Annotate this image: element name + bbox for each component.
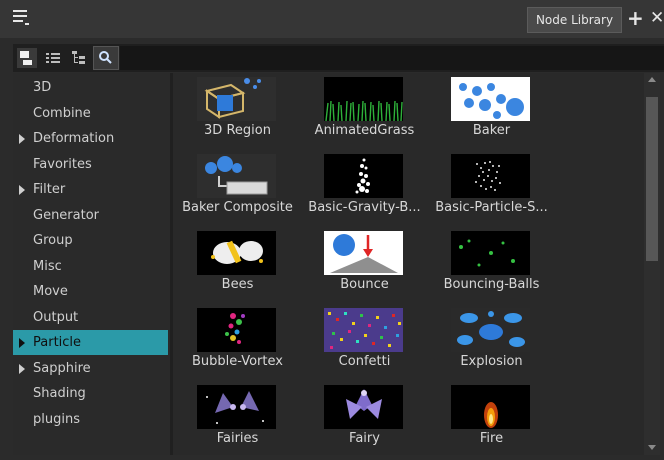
fire-icon bbox=[451, 385, 530, 429]
category-label: Particle bbox=[33, 335, 82, 350]
category-combine[interactable]: Combine bbox=[13, 101, 168, 126]
search-input[interactable] bbox=[120, 46, 664, 70]
category-label: Sapphire bbox=[33, 360, 91, 376]
scrollbar-thumb[interactable] bbox=[646, 97, 658, 261]
panel-title-bar: Node Library + ✕ bbox=[0, 0, 664, 38]
baker-icon bbox=[451, 77, 530, 121]
category-generator[interactable]: Generator bbox=[13, 203, 168, 228]
explosion-icon bbox=[451, 308, 530, 352]
node-label: Fire bbox=[479, 431, 504, 446]
category-label: 3D bbox=[33, 80, 52, 95]
animated-grass-icon bbox=[324, 77, 403, 121]
category-group[interactable]: Group bbox=[13, 228, 168, 253]
category-output[interactable]: Output bbox=[13, 305, 168, 330]
bouncing-balls-icon bbox=[451, 231, 530, 275]
baker-composite-icon bbox=[197, 154, 276, 198]
node-animated-grass[interactable]: AnimatedGrass bbox=[302, 73, 427, 150]
expand-arrow-icon[interactable] bbox=[19, 363, 25, 374]
3d-region-icon bbox=[197, 77, 276, 121]
category-label: Group bbox=[33, 233, 73, 248]
node-bees[interactable]: Bees bbox=[175, 227, 300, 304]
close-panel-icon[interactable]: ✕ bbox=[650, 7, 664, 29]
fairies-icon bbox=[197, 385, 276, 429]
category-deformation[interactable]: Deformation bbox=[13, 126, 168, 151]
category-label: Generator bbox=[33, 207, 100, 223]
search-icon[interactable] bbox=[93, 46, 119, 70]
node-label: Bounce bbox=[340, 277, 389, 292]
node-basic-gravity[interactable]: Basic-Gravity-B... bbox=[302, 150, 427, 227]
node-label: Explosion bbox=[460, 354, 523, 369]
node-label: Baker Composite bbox=[182, 200, 293, 215]
node-label: Confetti bbox=[338, 354, 391, 369]
category-misc[interactable]: Misc bbox=[13, 254, 168, 279]
node-fairy[interactable]: Fairy bbox=[302, 381, 427, 455]
scroll-down-icon[interactable] bbox=[648, 445, 656, 450]
list-view-icon[interactable] bbox=[43, 48, 63, 68]
category-list: 3D Combine Deformation Favorites Filter … bbox=[13, 73, 170, 455]
bees-icon bbox=[197, 231, 276, 275]
node-explosion[interactable]: Explosion bbox=[429, 304, 554, 381]
node-baker-composite[interactable]: Baker Composite bbox=[175, 150, 300, 227]
category-label: Move bbox=[33, 284, 68, 299]
category-shading[interactable]: Shading bbox=[13, 381, 168, 406]
node-baker[interactable]: Baker bbox=[429, 73, 554, 150]
node-fairies[interactable]: Fairies bbox=[175, 381, 300, 455]
category-label: Favorites bbox=[33, 156, 92, 172]
thumbnail-view-icon[interactable] bbox=[17, 48, 37, 68]
category-favorites[interactable]: Favorites bbox=[13, 152, 168, 177]
node-basic-particle[interactable]: Basic-Particle-S... bbox=[429, 150, 554, 227]
node-label: Bubble-Vortex bbox=[192, 354, 283, 369]
expand-arrow-icon[interactable] bbox=[19, 185, 25, 195]
confetti-icon bbox=[324, 308, 403, 352]
category-label: Misc bbox=[33, 258, 62, 274]
category-label: Filter bbox=[33, 182, 66, 197]
category-label: Deformation bbox=[33, 131, 115, 146]
category-label: Output bbox=[33, 309, 79, 325]
node-fire[interactable]: Fire bbox=[429, 381, 554, 455]
node-3d-region[interactable]: 3D Region bbox=[175, 73, 300, 150]
category-label: plugins bbox=[33, 411, 80, 427]
category-label: Combine bbox=[33, 105, 91, 121]
node-bubble-vortex[interactable]: Bubble-Vortex bbox=[175, 304, 300, 381]
node-label: 3D Region bbox=[204, 123, 271, 138]
node-grid: 3D Region AnimatedGrass Baker Baker Comp… bbox=[173, 73, 644, 455]
add-panel-icon[interactable]: + bbox=[627, 7, 644, 29]
node-label: Bees bbox=[221, 277, 254, 292]
fairy-icon bbox=[324, 385, 403, 429]
basic-particle-icon bbox=[451, 154, 530, 198]
node-label: Basic-Gravity-B... bbox=[308, 200, 421, 215]
category-plugins[interactable]: plugins bbox=[13, 407, 168, 432]
expand-arrow-icon[interactable] bbox=[19, 338, 25, 348]
basic-gravity-icon bbox=[324, 154, 403, 198]
node-label: AnimatedGrass bbox=[314, 123, 415, 138]
category-particle[interactable]: Particle bbox=[13, 330, 168, 355]
node-bouncing-balls[interactable]: Bouncing-Balls bbox=[429, 227, 554, 304]
node-label: Basic-Particle-S... bbox=[435, 200, 548, 215]
node-confetti[interactable]: Confetti bbox=[302, 304, 427, 381]
category-label: Shading bbox=[33, 386, 86, 401]
node-label: Fairy bbox=[349, 431, 380, 446]
tab-node-library[interactable]: Node Library bbox=[527, 7, 622, 33]
bubble-vortex-icon bbox=[197, 308, 276, 352]
expand-arrow-icon[interactable] bbox=[19, 134, 25, 144]
node-label: Fairies bbox=[216, 431, 259, 446]
category-move[interactable]: Move bbox=[13, 279, 168, 304]
node-bounce[interactable]: Bounce bbox=[302, 227, 427, 304]
scroll-up-icon[interactable] bbox=[648, 77, 656, 82]
hamburger-icon[interactable] bbox=[13, 10, 31, 26]
node-label: Baker bbox=[472, 123, 511, 138]
tree-view-icon[interactable] bbox=[69, 48, 89, 68]
category-sapphire[interactable]: Sapphire bbox=[13, 356, 168, 381]
vertical-scrollbar[interactable] bbox=[644, 73, 660, 455]
category-3d[interactable]: 3D bbox=[13, 75, 168, 100]
category-filter[interactable]: Filter bbox=[13, 177, 168, 202]
node-library-toolbar bbox=[13, 44, 664, 72]
bounce-icon bbox=[324, 231, 403, 275]
node-label: Bouncing-Balls bbox=[443, 277, 540, 292]
